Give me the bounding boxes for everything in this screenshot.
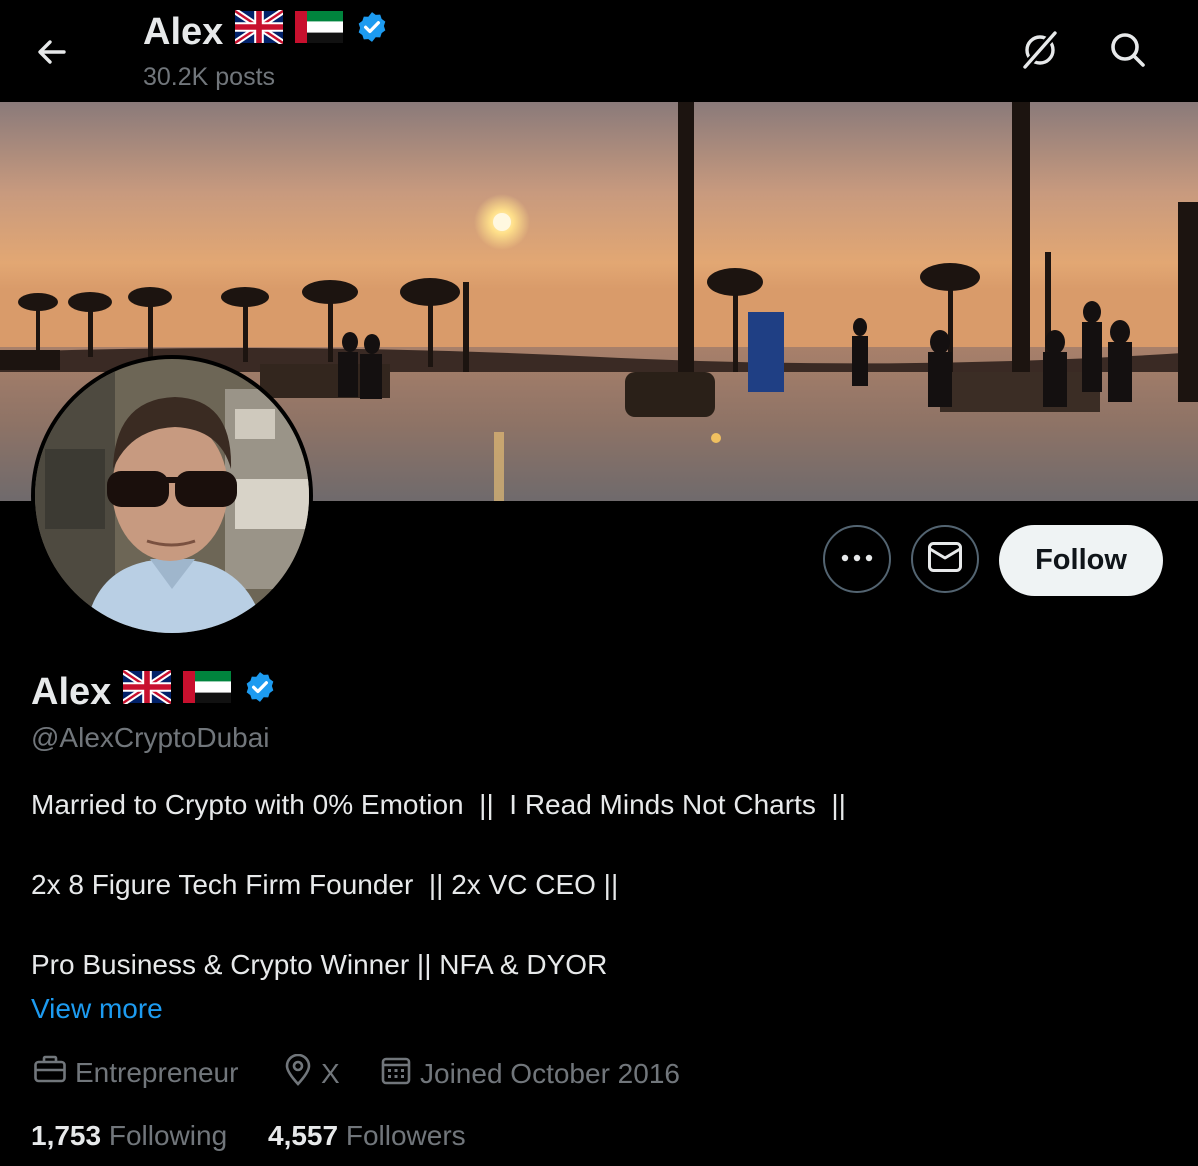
mail-icon [927,541,963,578]
bio-line: Married to Crypto with 0% Emotion || I R… [31,789,846,820]
verified-badge-icon[interactable] [355,10,389,54]
profile-avatar[interactable] [31,355,313,637]
profile-name-row: Alex [31,668,277,714]
calendar-icon [380,1054,412,1093]
followers-label: Followers [345,1120,466,1151]
search-icon[interactable] [1104,26,1152,74]
location-pin-icon [283,1053,313,1093]
more-icon [840,550,874,568]
profile-name: Alex [31,670,112,713]
back-arrow-icon[interactable] [30,30,74,74]
uk-flag-icon [233,8,286,54]
follow-button[interactable]: Follow [999,525,1163,596]
message-button[interactable] [911,525,979,593]
view-more-link[interactable]: View more [31,993,163,1025]
uk-flag-icon [121,668,174,714]
more-options-button[interactable] [823,525,891,593]
location-item: X [283,1053,340,1093]
bio-line: 2x 8 Figure Tech Firm Founder || 2x VC C… [31,869,619,900]
uae-flag-icon [183,670,232,714]
joined-label: Joined October 2016 [420,1057,680,1089]
briefcase-icon [33,1054,67,1091]
following-link[interactable]: 1,753 Following [31,1120,227,1152]
followers-count: 4,557 [268,1120,339,1151]
following-count: 1,753 [31,1120,102,1151]
following-label: Following [108,1120,228,1151]
uae-flag-icon [295,10,344,54]
location-label: X [321,1057,340,1089]
verified-badge-icon[interactable] [243,670,277,714]
header-name: Alex [143,10,224,53]
profession-item: Entrepreneur [33,1054,238,1091]
joined-item: Joined October 2016 [380,1054,680,1093]
profile-handle: @AlexCryptoDubai [31,722,270,753]
followers-link[interactable]: 4,557 Followers [268,1120,466,1152]
post-count: 30.2K posts [143,63,276,91]
bio-line: Pro Business & Crypto Winner || NFA & DY… [31,949,608,980]
top-bar: Alex 30.2K posts [0,0,1198,102]
header-title: Alex [143,8,389,54]
profession-label: Entrepreneur [75,1056,239,1088]
grok-icon[interactable] [1016,26,1064,74]
